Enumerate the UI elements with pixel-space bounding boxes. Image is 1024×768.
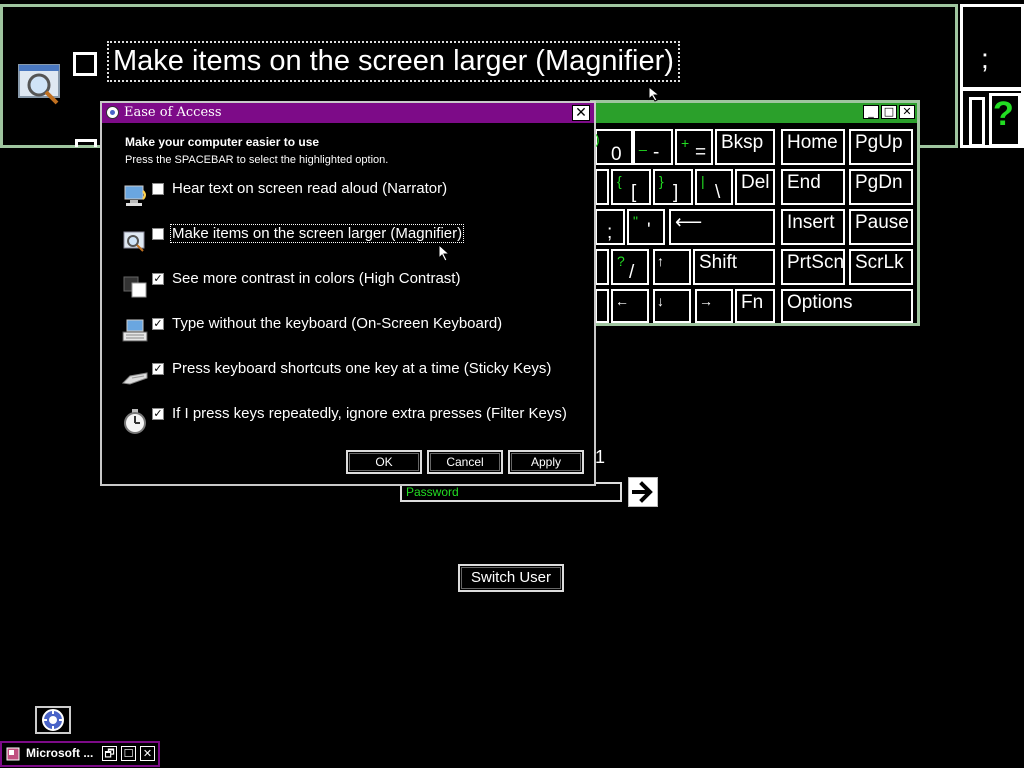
on-screen-keyboard-window: _ □ ✕ ) 0 _ - + = Bksp Home PgUp { [ } ]… [590, 100, 920, 326]
taskbar-item-label: Microsoft ... [26, 746, 94, 760]
osk-minimize-button[interactable]: _ [863, 105, 879, 119]
key-shift[interactable]: Shift [693, 249, 775, 285]
arrow-right-icon [632, 481, 653, 503]
magnifier-zoomed-keys: ; ? [960, 4, 1024, 148]
key-options[interactable]: Options [781, 289, 913, 323]
key-partial[interactable] [595, 289, 609, 323]
option-magnifier[interactable]: Make items on the screen larger (Magnifi… [122, 224, 582, 268]
taskbar-close-button[interactable]: ✕ [140, 746, 155, 761]
on-screen-keyboard-label[interactable]: Type without the keyboard (On-Screen Key… [171, 315, 503, 332]
narrator-label[interactable]: Hear text on screen read aloud (Narrator… [171, 180, 448, 197]
magnifier-zoomed-checkbox[interactable] [73, 52, 97, 76]
key-left-arrow[interactable]: ← [611, 289, 649, 323]
ease-of-access-icon [42, 709, 64, 731]
high-contrast-icon [123, 276, 147, 298]
dialog-title: Ease of Access [124, 105, 222, 120]
narrator-checkbox[interactable] [152, 183, 164, 195]
key-quote[interactable]: " ' [627, 209, 665, 245]
narrator-icon [124, 185, 146, 206]
key-backspace[interactable]: Bksp [715, 129, 775, 165]
key-prtscn[interactable]: PrtScn [781, 249, 845, 285]
ok-button[interactable]: OK [346, 450, 422, 474]
osk-close-button[interactable]: ✕ [899, 105, 915, 119]
dialog-heading: Make your computer easier to use [125, 135, 320, 149]
option-sticky-keys[interactable]: ✓ Press keyboard shortcuts one key at a … [122, 360, 582, 403]
key-pgup[interactable]: PgUp [849, 129, 913, 165]
key-pause[interactable]: Pause [849, 209, 913, 245]
key-partial[interactable] [595, 249, 609, 285]
osk-title-bar[interactable]: _ □ ✕ [593, 103, 917, 123]
key-backslash[interactable]: | \ [695, 169, 733, 205]
key-semicolon[interactable]: ; [595, 209, 625, 245]
ease-of-access-icon [106, 106, 119, 119]
high-contrast-label[interactable]: See more contrast in colors (High Contra… [171, 270, 461, 287]
cursor-arrow-icon [648, 86, 661, 102]
divider [963, 87, 1024, 91]
keyboard-icon [122, 319, 148, 342]
high-contrast-checkbox[interactable]: ✓ [152, 273, 164, 285]
key-0[interactable]: ) 0 [595, 129, 633, 165]
key-slash[interactable]: ? / [611, 249, 649, 285]
dialog-title-bar[interactable]: Ease of Access ✕ [102, 103, 594, 123]
stopwatch-icon [124, 409, 146, 434]
option-filter-keys[interactable]: ✓ If I press keys repeatedly, ignore ext… [122, 405, 582, 448]
taskbar-maximize-button[interactable]: ☐ [121, 746, 136, 761]
key-pgdn[interactable]: PgDn [849, 169, 913, 205]
key-bracket-left[interactable]: { [ [611, 169, 651, 205]
key-delete[interactable]: Del [735, 169, 775, 205]
sticky-keys-icon [122, 372, 148, 385]
ease-of-access-dialog: Ease of Access ✕ Make your computer easi… [100, 101, 596, 486]
dialog-instruction: Press the SPACEBAR to select the highlig… [125, 154, 389, 166]
magnifier-icon [123, 231, 145, 252]
zoomed-key[interactable] [969, 97, 985, 147]
key-right-arrow[interactable]: → [695, 289, 733, 323]
submit-arrow-button[interactable] [628, 477, 658, 507]
filter-keys-label[interactable]: If I press keys repeatedly, ignore extra… [171, 405, 568, 422]
on-screen-keyboard-checkbox[interactable]: ✓ [152, 318, 164, 330]
magnifier-zoomed-option-label[interactable]: Make items on the screen larger (Magnifi… [107, 41, 680, 82]
magnifier-icon [18, 64, 60, 105]
cancel-button[interactable]: Cancel [427, 450, 503, 474]
switch-user-button[interactable]: Switch User [458, 564, 564, 592]
magnifier-checkbox[interactable] [152, 228, 164, 240]
key-bracket-right[interactable]: } ] [653, 169, 693, 205]
apply-button[interactable]: Apply [508, 450, 584, 474]
app-icon [6, 747, 20, 761]
option-on-screen-keyboard[interactable]: ✓ Type without the keyboard (On-Screen K… [122, 315, 582, 358]
sticky-keys-label[interactable]: Press keyboard shortcuts one key at a ti… [171, 360, 552, 377]
key-equals[interactable]: + = [675, 129, 713, 165]
key-home[interactable]: Home [781, 129, 845, 165]
key-minus[interactable]: _ - [633, 129, 673, 165]
ease-of-access-button[interactable] [35, 706, 71, 734]
zoomed-semicolon-key[interactable]: ; [981, 43, 989, 75]
key-insert[interactable]: Insert [781, 209, 845, 245]
mouse-pointer-icon [438, 244, 451, 262]
key-down-arrow[interactable]: ↓ [653, 289, 691, 323]
user-name-fragment: 1 [595, 447, 606, 467]
filter-keys-checkbox[interactable]: ✓ [152, 408, 164, 420]
magnifier-zoomed-checkbox-partial[interactable] [75, 139, 97, 147]
key-enter[interactable]: ⟵ [669, 209, 775, 245]
key-end[interactable]: End [781, 169, 845, 205]
option-narrator[interactable]: Hear text on screen read aloud (Narrator… [122, 180, 582, 223]
key-fn[interactable]: Fn [735, 289, 775, 323]
sticky-keys-checkbox[interactable]: ✓ [152, 363, 164, 375]
key-partial[interactable] [595, 169, 609, 205]
magnifier-label[interactable]: Make items on the screen larger (Magnifi… [169, 224, 465, 243]
zoomed-question-label: ? [993, 95, 1014, 133]
taskbar-restore-button[interactable]: 🗗 [102, 746, 117, 761]
taskbar-item[interactable]: Microsoft ... 🗗 ☐ ✕ [0, 741, 160, 767]
key-up-arrow[interactable]: ↑ [653, 249, 691, 285]
option-high-contrast[interactable]: ✓ See more contrast in colors (High Cont… [122, 270, 582, 313]
osk-maximize-button[interactable]: □ [881, 105, 897, 119]
key-scrlk[interactable]: ScrLk [849, 249, 913, 285]
dialog-close-button[interactable]: ✕ [572, 105, 590, 121]
